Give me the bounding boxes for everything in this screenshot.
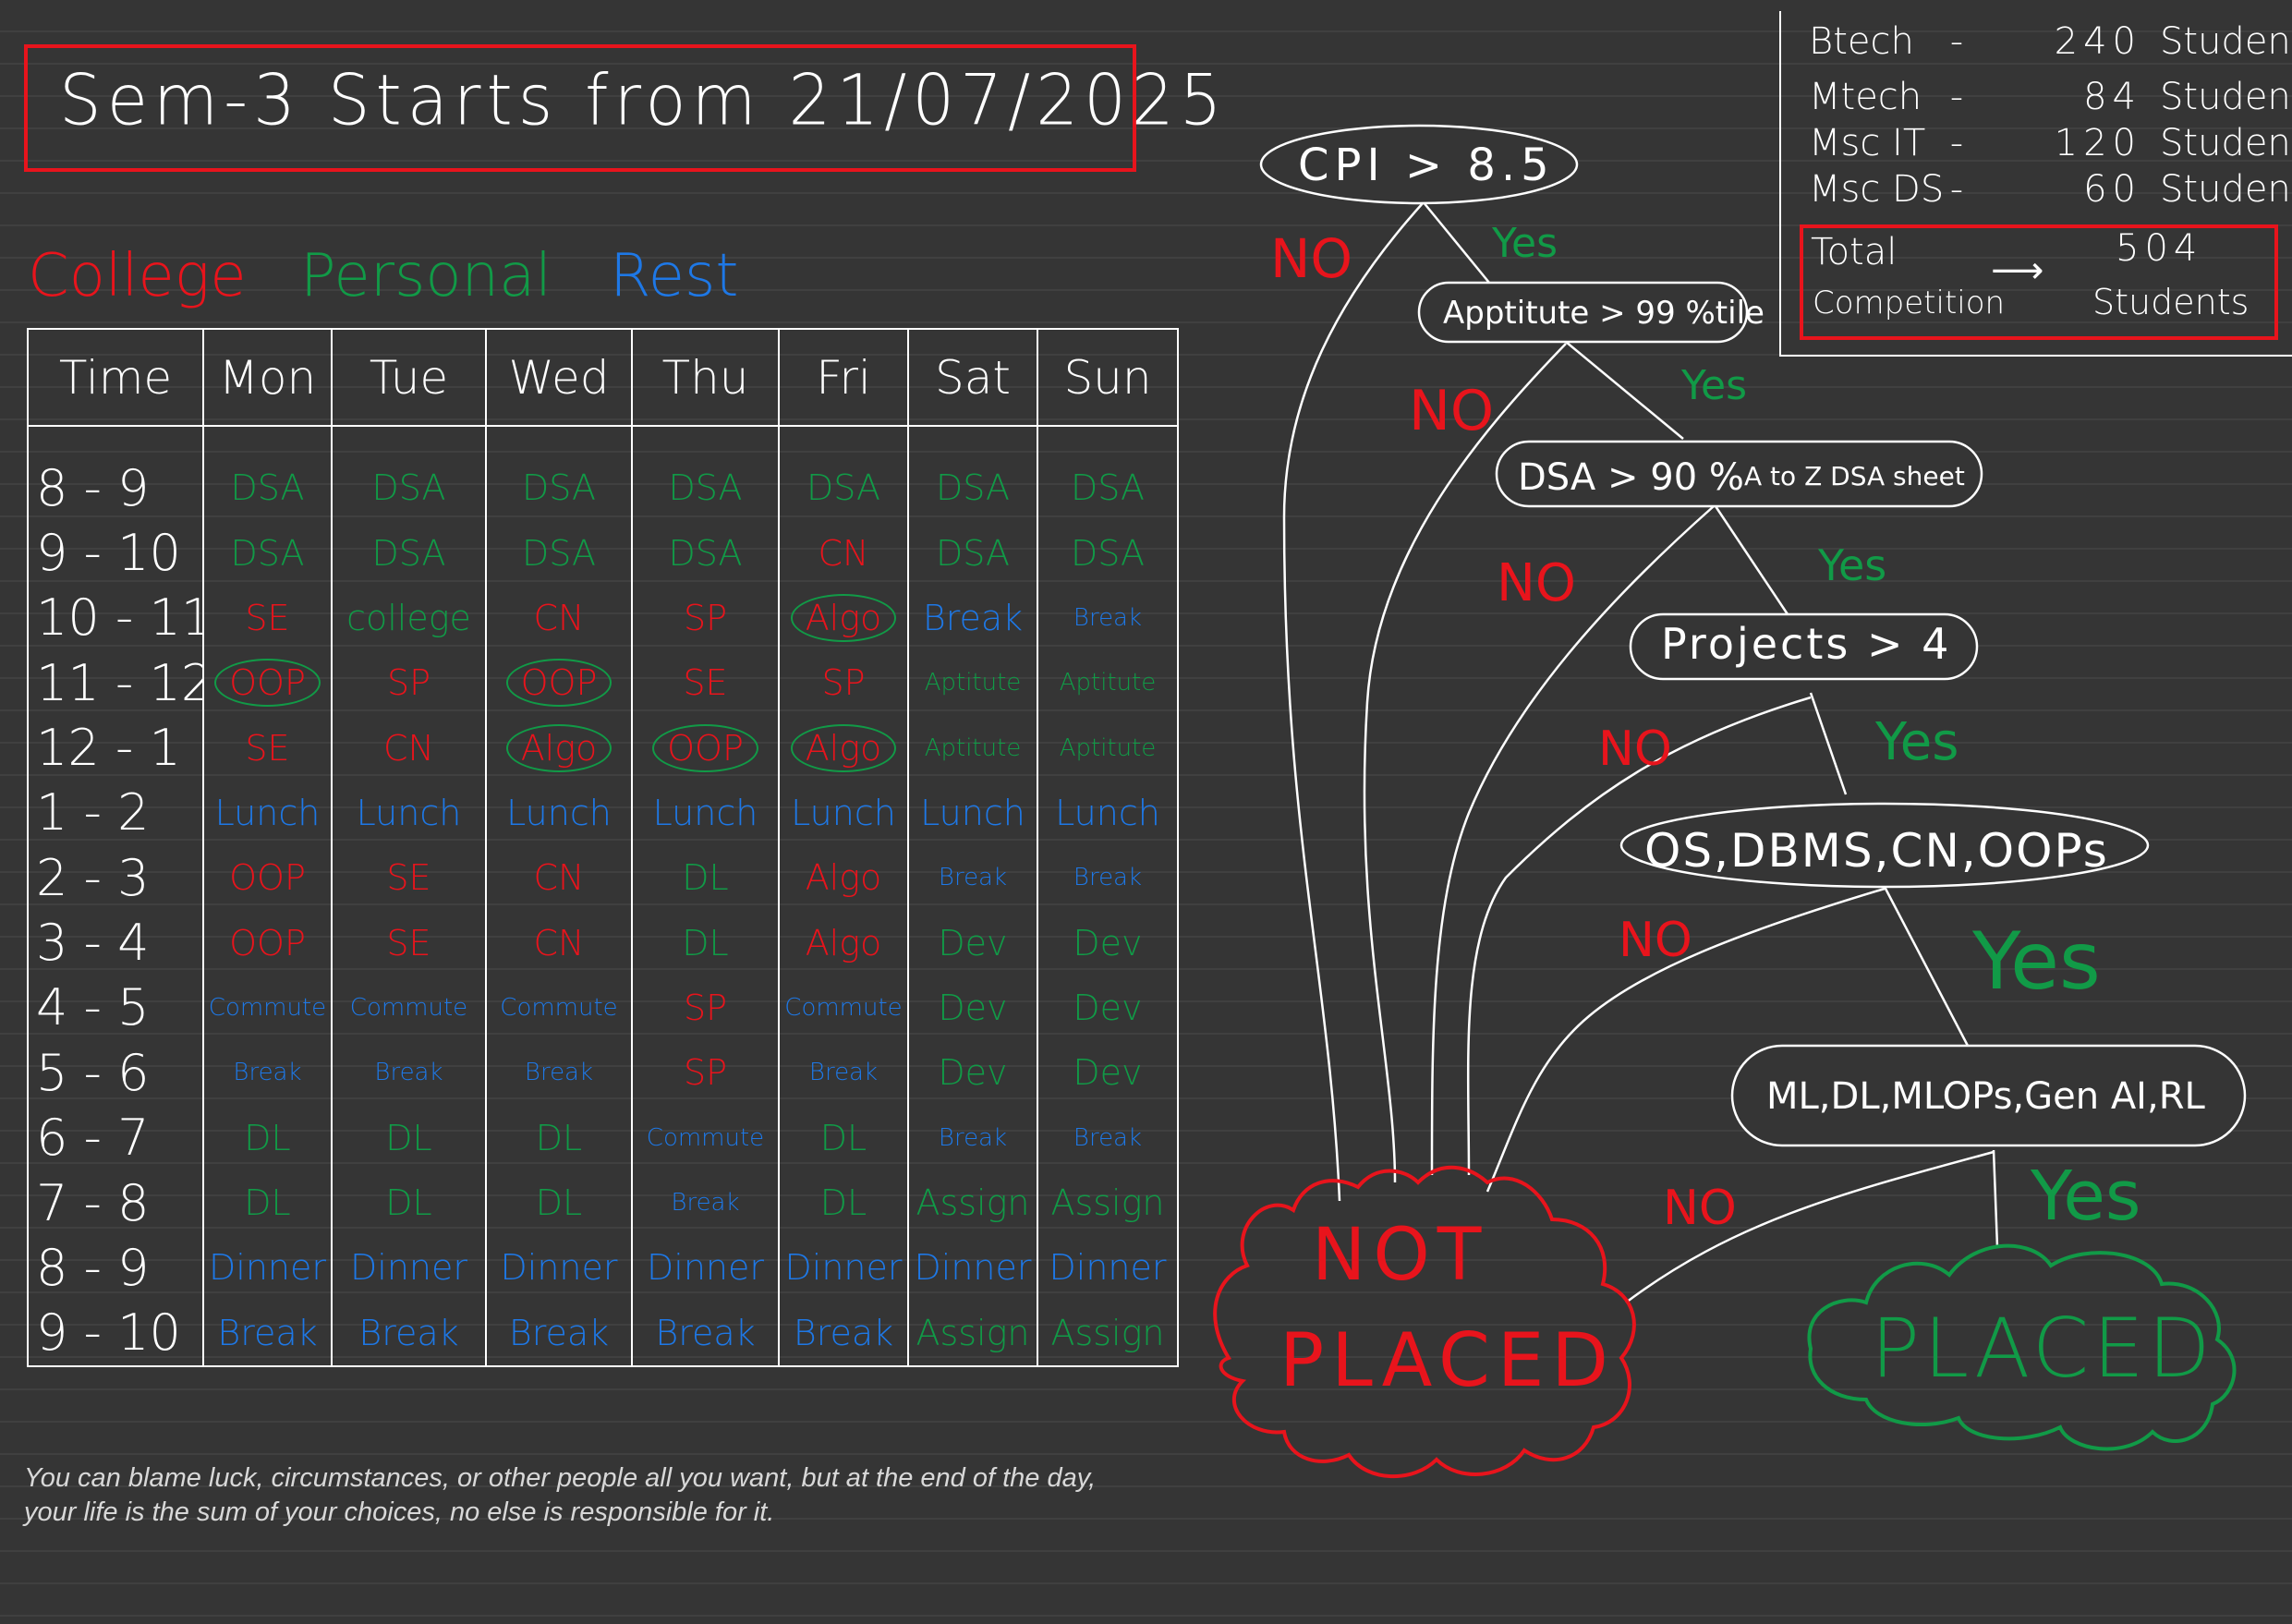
- edge-cpi-no: [1282, 202, 1424, 1202]
- placement-flowchart: CPI > 8.5 Apptitute > 99 %tile DSA > 90 …: [1213, 124, 2247, 1479]
- quote-line-1: You can blame luck, circumstances, or ot…: [24, 1463, 1097, 1493]
- no-label: NO: [1270, 227, 1352, 290]
- no-labels: NO NO NO NO NO NO: [1270, 227, 1737, 1236]
- edge-aptitude-yes: [1565, 341, 1684, 440]
- edge-projects-yes: [1809, 692, 1848, 795]
- quote-line-2: your life is the sum of your choices, no…: [24, 1497, 775, 1527]
- no-label: NO: [1619, 913, 1692, 968]
- node-core-label: OS,DBMS,CN,OOPs: [1644, 824, 2109, 878]
- edge-core-yes: [1883, 886, 1970, 1047]
- yes-label: Yes: [1817, 540, 1886, 590]
- node-cpi-label: CPI > 8.5: [1298, 139, 1555, 191]
- yes-label: Yes: [2030, 1157, 2140, 1236]
- yes-label: Yes: [1971, 915, 2101, 1008]
- placed-label: PLACED: [1871, 1301, 2214, 1396]
- no-label: NO: [1497, 553, 1576, 613]
- yes-label: Yes: [1874, 712, 1959, 772]
- no-label: NO: [1598, 721, 1672, 777]
- yes-label: Yes: [1680, 362, 1747, 409]
- node-ml-label: ML,DL,MLOPs,Gen AI,RL: [1766, 1075, 2205, 1118]
- node-projects-label: Projects > 4: [1661, 619, 1951, 669]
- no-label: NO: [1409, 379, 1494, 443]
- not-placed-line2: PLACED: [1279, 1317, 1616, 1403]
- quote: You can blame luck, circumstances, or ot…: [24, 1461, 1096, 1530]
- node-dsa-label: DSA > 90 %: [1518, 456, 1744, 499]
- not-placed-line1: NOT: [1312, 1214, 1488, 1297]
- edge-dsa-yes: [1712, 503, 1789, 615]
- node-aptitude-label: Apptitute > 99 %tile: [1443, 295, 1764, 332]
- edge-ml-yes: [1992, 1149, 1999, 1248]
- yes-label: Yes: [1491, 220, 1558, 267]
- edge-cpi-yes: [1422, 200, 1490, 284]
- no-label: NO: [1663, 1181, 1737, 1236]
- node-dsa-note: A to Z DSA sheet: [1744, 461, 1965, 491]
